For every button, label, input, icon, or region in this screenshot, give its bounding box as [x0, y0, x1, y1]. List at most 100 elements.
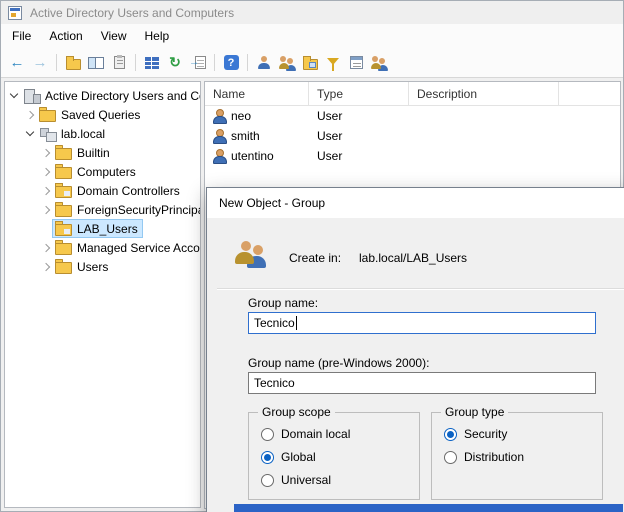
- group-name-value: Tecnico: [254, 316, 295, 330]
- back-button[interactable]: [6, 52, 28, 74]
- pre2000-name-input[interactable]: Tecnico: [248, 372, 596, 394]
- tree-item-label: lab.local: [61, 127, 105, 141]
- list-row-neo[interactable]: neo User: [205, 106, 620, 126]
- chevron-right-icon[interactable]: [41, 204, 53, 216]
- move-button[interactable]: [187, 52, 209, 74]
- dialog-title: New Object - Group: [219, 196, 325, 210]
- object-name: utentino: [231, 149, 274, 163]
- set-filter-icon: [327, 58, 339, 65]
- radio-global[interactable]: Global: [261, 450, 316, 464]
- create-group-button[interactable]: [276, 52, 298, 74]
- tree-item-users[interactable]: Users: [5, 257, 200, 276]
- tree-item-lab-users[interactable]: LAB_Users: [5, 219, 200, 238]
- refresh-button[interactable]: [164, 52, 186, 74]
- menu-help[interactable]: Help: [136, 25, 179, 47]
- group-name-input[interactable]: Tecnico: [248, 312, 596, 334]
- create-in-value: lab.local/LAB_Users: [359, 251, 467, 265]
- pre2000-name-value: Tecnico: [254, 376, 295, 390]
- create-user-button[interactable]: [253, 52, 275, 74]
- list-row-smith[interactable]: smith User: [205, 126, 620, 146]
- folder-icon: [55, 240, 72, 255]
- chevron-right-icon[interactable]: [41, 185, 53, 197]
- column-header-name[interactable]: Name: [205, 82, 309, 105]
- create-group-icon: [279, 56, 296, 70]
- view-options-button[interactable]: [345, 52, 367, 74]
- find-objects-button[interactable]: [368, 52, 390, 74]
- list-row-utentino[interactable]: utentino User: [205, 146, 620, 166]
- radio-circle-icon: [261, 451, 274, 464]
- object-name: neo: [231, 109, 251, 123]
- group-name-label: Group name:: [248, 296, 318, 310]
- chevron-right-icon[interactable]: [41, 147, 53, 159]
- tree-item-managed-service-accounts[interactable]: Managed Service Accounts: [5, 238, 200, 257]
- menubar: File Action View Help: [1, 24, 623, 48]
- tree-item-label: Users: [77, 260, 108, 274]
- radio-circle-icon: [444, 451, 457, 464]
- titlebar: Active Directory Users and Computers: [1, 1, 623, 24]
- tree-item-computers[interactable]: Computers: [5, 162, 200, 181]
- create-ou-button[interactable]: [299, 52, 321, 74]
- help-button[interactable]: [220, 52, 242, 74]
- chevron-down-icon[interactable]: [9, 90, 21, 102]
- chevron-right-icon[interactable]: [41, 261, 53, 273]
- column-header-type[interactable]: Type: [309, 82, 409, 105]
- create-in-label: Create in:: [289, 251, 341, 265]
- up-one-level-button[interactable]: [62, 52, 84, 74]
- radio-circle-icon: [261, 428, 274, 441]
- tree-item-builtin[interactable]: Builtin: [5, 143, 200, 162]
- radio-label: Global: [281, 450, 316, 464]
- new-object-group-dialog: New Object - Group Create in: lab.local/…: [206, 187, 624, 512]
- folder-icon: [55, 164, 72, 179]
- export-list-button[interactable]: [141, 52, 163, 74]
- object-type: User: [309, 149, 409, 163]
- radio-circle-icon: [261, 474, 274, 487]
- group-type-legend: Group type: [441, 405, 508, 419]
- forward-button[interactable]: [29, 52, 51, 74]
- ou-icon: [55, 221, 72, 236]
- text-caret: [296, 316, 297, 330]
- radio-security[interactable]: Security: [444, 427, 507, 441]
- tree-item-label: Computers: [77, 165, 136, 179]
- toolbar-separator: [56, 54, 57, 71]
- show-hide-console-tree-button[interactable]: [85, 52, 107, 74]
- radio-label: Universal: [281, 473, 331, 487]
- tree-item-foreign-security-principals[interactable]: ForeignSecurityPrincipals: [5, 200, 200, 219]
- tree-item-label: Builtin: [77, 146, 110, 160]
- chevron-right-icon[interactable]: [25, 109, 37, 121]
- object-type: User: [309, 129, 409, 143]
- radio-universal[interactable]: Universal: [261, 473, 331, 487]
- user-icon: [213, 109, 226, 123]
- column-header-description[interactable]: Description: [409, 82, 559, 105]
- tree-item-label: ForeignSecurityPrincipals: [77, 203, 201, 217]
- radio-label: Distribution: [464, 450, 524, 464]
- tree-item-label: Active Directory Users and Computers: [45, 89, 201, 103]
- properties-button[interactable]: [108, 52, 130, 74]
- group-icon: [235, 240, 273, 270]
- tree-item-label: Saved Queries: [61, 108, 140, 122]
- tree-item-label: Managed Service Accounts: [77, 241, 201, 255]
- chevron-right-icon[interactable]: [41, 166, 53, 178]
- radio-distribution[interactable]: Distribution: [444, 450, 524, 464]
- properties-icon: [114, 56, 125, 69]
- dialog-separator: [217, 288, 624, 290]
- chevron-down-icon[interactable]: [25, 128, 37, 140]
- move-icon: [195, 56, 206, 69]
- ou-icon: [55, 183, 72, 198]
- radio-domain-local[interactable]: Domain local: [261, 427, 350, 441]
- set-filter-button[interactable]: [322, 52, 344, 74]
- tree-item-lab-local[interactable]: lab.local: [5, 124, 200, 143]
- export-list-icon: [145, 57, 159, 69]
- folder-icon: [55, 145, 72, 160]
- up-one-level-icon: [66, 59, 81, 70]
- create-user-icon: [258, 56, 270, 70]
- window-title: Active Directory Users and Computers: [30, 6, 234, 20]
- menu-view[interactable]: View: [92, 25, 136, 47]
- tree-item-domain-controllers[interactable]: Domain Controllers: [5, 181, 200, 200]
- tree-item-ad-root[interactable]: Active Directory Users and Computers: [5, 86, 200, 105]
- domain-icon: [39, 126, 56, 141]
- chevron-right-icon[interactable]: [41, 242, 53, 254]
- menu-action[interactable]: Action: [40, 25, 91, 47]
- tree-item-saved-queries[interactable]: Saved Queries: [5, 105, 200, 124]
- dialog-titlebar: New Object - Group: [207, 188, 624, 218]
- menu-file[interactable]: File: [3, 25, 40, 47]
